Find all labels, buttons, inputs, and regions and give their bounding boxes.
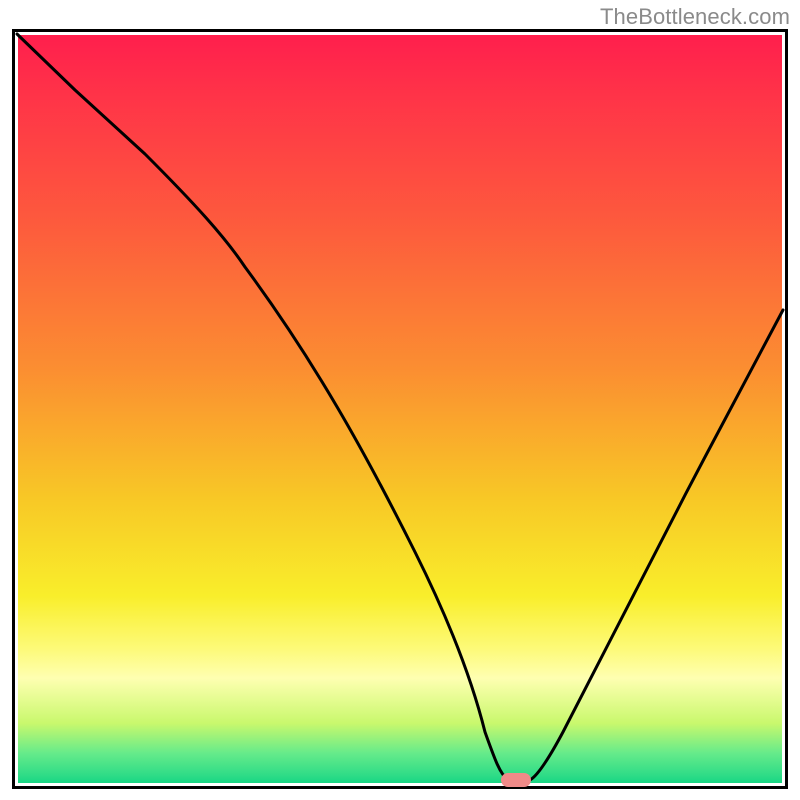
watermark-label: TheBottleneck.com xyxy=(600,4,790,30)
chart-frame xyxy=(12,29,788,789)
optimal-point-marker xyxy=(501,773,531,787)
chart-gradient-background xyxy=(18,35,782,783)
bottleneck-chart: TheBottleneck.com xyxy=(0,0,800,800)
